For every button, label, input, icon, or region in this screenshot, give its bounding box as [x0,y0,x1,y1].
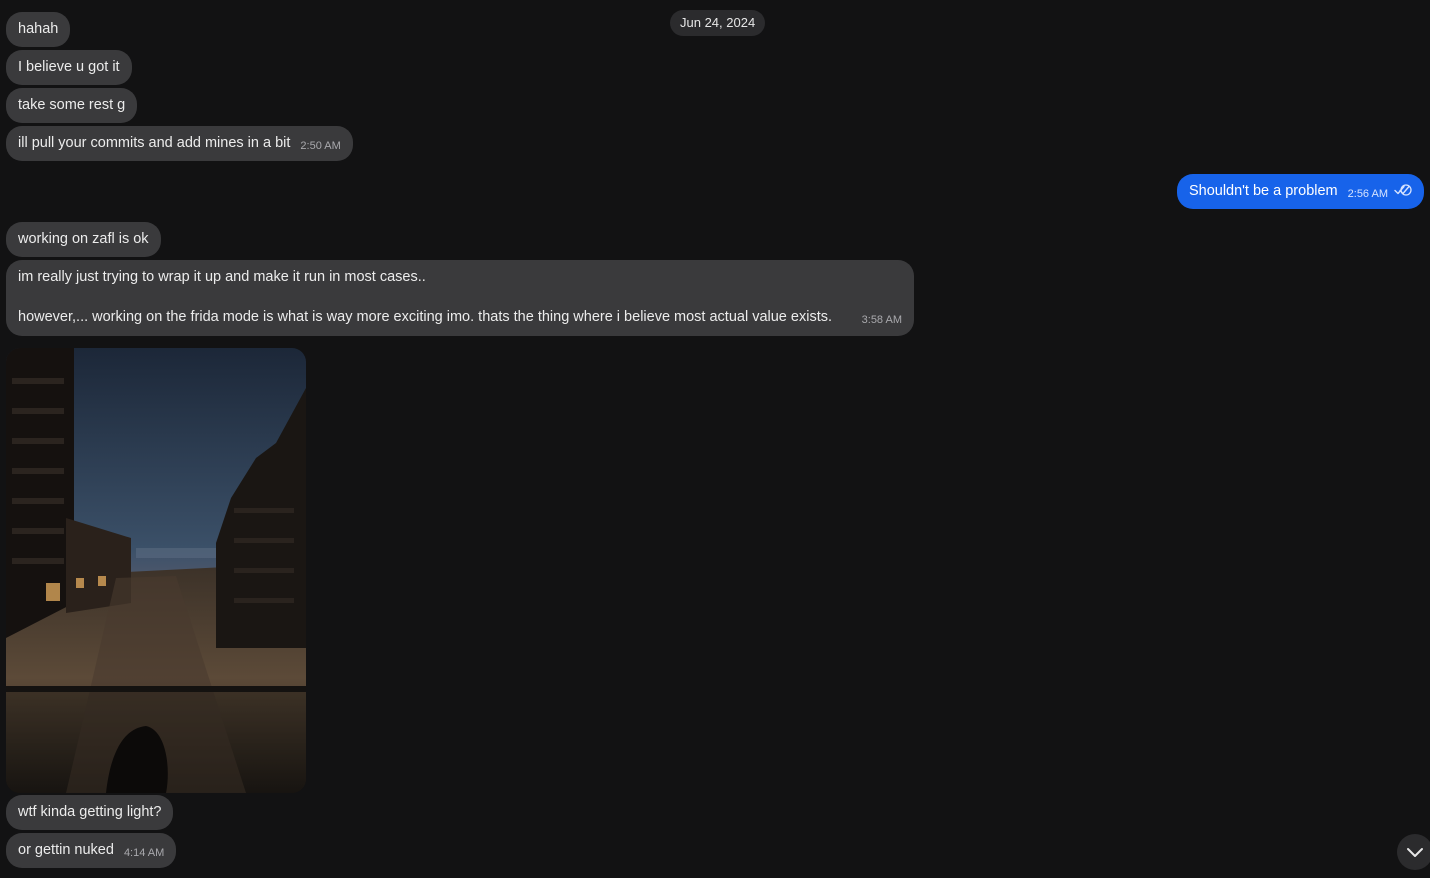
sunset-street-photo [6,348,306,793]
message-time: 2:56 AM [1347,188,1388,200]
message-bubble[interactable]: I believe u got it [6,50,132,85]
message-bubble[interactable]: or gettin nuked 4:14 AM [6,833,177,868]
message-text: wtf kinda getting light? [18,804,162,820]
message-text-line: however,... working on the frida mode is… [18,309,832,325]
message-bubble[interactable]: ill pull your commits and add mines in a… [6,126,353,161]
message-text-line: im really just trying to wrap it up and … [18,269,426,285]
message-bubble[interactable]: take some rest g [6,88,138,123]
message-text: hahah [18,21,59,37]
message-bubble[interactable]: working on zafl is ok [6,222,161,257]
message-bubble-multiline[interactable]: im really just trying to wrap it up and … [6,260,914,336]
chevron-down-icon [1407,848,1423,857]
photo-message[interactable] [6,348,306,793]
message-text: I believe u got it [18,59,120,75]
outgoing-message-bubble[interactable]: Shouldn't be a problem 2:56 AM [1176,174,1424,209]
message-bubble[interactable]: hahah [6,12,71,47]
scroll-to-bottom-button[interactable] [1397,834,1430,870]
message-text: or gettin nuked [18,842,114,858]
message-text: ill pull your commits and add mines in a… [18,135,291,151]
message-text: Shouldn't be a problem [1188,183,1338,199]
double-check-read-icon [1394,175,1412,196]
message-time: 4:14 AM [123,847,165,859]
date-separator: Jun 24, 2024 [670,10,766,36]
chat-history: Jun 24, 2024 hahah I believe u got it ta… [0,0,1430,878]
message-text: working on zafl is ok [18,231,149,247]
message-time: 3:58 AM [861,314,902,326]
message-text: take some rest g [18,97,126,113]
message-time: 2:50 AM [300,140,341,152]
message-bubble[interactable]: wtf kinda getting light? [6,795,174,830]
